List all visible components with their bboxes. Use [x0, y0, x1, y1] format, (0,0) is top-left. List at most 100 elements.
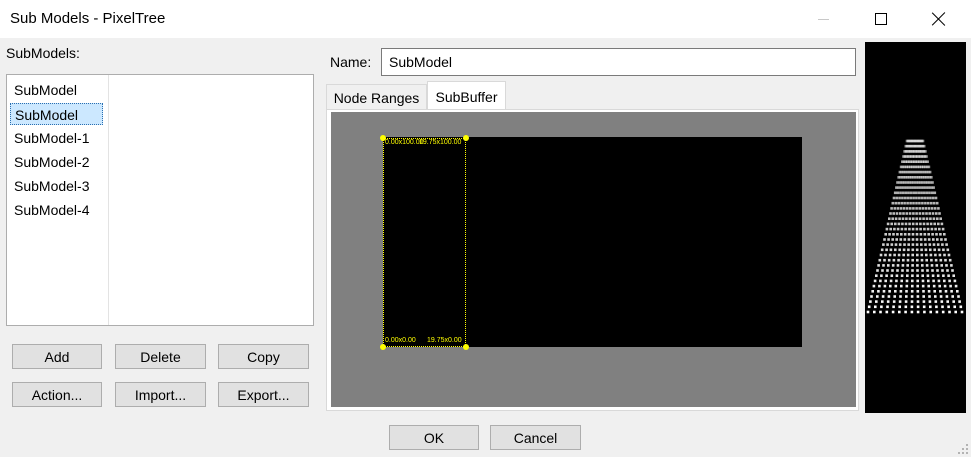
list-item[interactable]: SubModel — [13, 79, 106, 101]
tree-pixel — [895, 279, 898, 283]
tree-pixel — [897, 258, 900, 262]
tree-pixel — [894, 243, 898, 246]
ok-button[interactable]: OK — [389, 425, 479, 450]
tree-pixel — [956, 290, 959, 293]
tree-pixel — [869, 300, 872, 303]
tree-pixel — [895, 274, 899, 277]
tree-pixel — [951, 269, 954, 272]
tab-node-ranges[interactable]: Node Ranges — [326, 84, 427, 110]
tree-pixel — [898, 310, 901, 314]
add-button[interactable]: Add — [12, 344, 102, 369]
tree-pixel — [892, 212, 895, 215]
tree-pixel — [922, 300, 926, 303]
delete-button[interactable]: Delete — [115, 344, 206, 369]
tree-pixel — [911, 284, 914, 288]
tree-pixel — [903, 196, 907, 200]
list-item[interactable]: SubModel-1 — [13, 127, 106, 149]
tree-pixel — [932, 279, 935, 283]
tree-pixel — [920, 196, 924, 200]
tree-pixel — [905, 212, 909, 215]
copy-button[interactable]: Copy — [218, 344, 309, 369]
tree-pixel — [924, 181, 927, 184]
tree-pixel — [928, 300, 932, 303]
tree-pixel — [887, 264, 890, 267]
tree-pixel — [935, 264, 939, 267]
tree-pixel — [926, 181, 930, 184]
tree-pixel — [921, 201, 924, 205]
tree-pixel — [926, 274, 930, 277]
tree-pixel — [933, 207, 937, 210]
tree-pixel — [912, 196, 915, 200]
tree-pixel — [894, 217, 898, 220]
tree-pixel — [904, 310, 907, 314]
tree-pixel — [952, 300, 955, 303]
list-item[interactable]: SubModel-4 — [13, 199, 106, 221]
tree-pixel — [946, 269, 949, 272]
handle-top-right[interactable] — [463, 135, 469, 141]
submodels-list[interactable]: SubModel SubModel SubModel-1 SubModel-2 … — [6, 74, 314, 326]
tree-pixel — [904, 300, 908, 303]
tree-pixel — [940, 300, 944, 303]
tree-pixel — [912, 201, 915, 205]
tree-pixel — [906, 274, 909, 277]
action-button[interactable]: Action... — [12, 382, 102, 407]
tree-pixel — [934, 227, 937, 231]
list-item[interactable]: SubModel-2 — [13, 151, 106, 173]
tree-pixel — [909, 196, 913, 200]
handle-bottom-right[interactable] — [463, 344, 469, 350]
tree-pixel — [920, 248, 923, 252]
tree-pixel — [877, 264, 880, 267]
import-button[interactable]: Import... — [115, 382, 206, 407]
cancel-button[interactable]: Cancel — [490, 425, 581, 450]
tree-pixel — [899, 212, 902, 215]
list-item-selected[interactable]: SubModel — [10, 103, 103, 125]
maximize-button[interactable] — [858, 0, 904, 38]
tree-pixel — [905, 279, 909, 283]
tree-pixel — [909, 207, 912, 210]
subbuffer-selection[interactable] — [383, 138, 466, 347]
coord-bottom-right: 19.75x0.00 — [427, 337, 462, 344]
tree-pixel — [917, 181, 920, 184]
model-preview — [865, 42, 966, 413]
tree-pixel — [919, 227, 922, 231]
list-item[interactable]: SubModel-3 — [13, 175, 106, 197]
tree-pixel — [929, 217, 932, 220]
tree-pixel — [929, 253, 933, 257]
tree-pixel — [927, 284, 930, 288]
tree-pixel — [882, 264, 885, 267]
tree-pixel — [948, 279, 951, 283]
tree-pixel — [896, 264, 900, 267]
tree-pixel — [938, 227, 941, 231]
tree-pixel — [935, 201, 939, 205]
tree-pixel — [906, 258, 910, 262]
tree-pixel — [935, 212, 938, 215]
tree-pixel — [922, 305, 926, 309]
tree-pixel — [909, 201, 912, 205]
minimize-button[interactable] — [800, 0, 846, 38]
tree-pixel — [932, 243, 936, 246]
tree-pixel — [934, 258, 938, 262]
resize-grip-icon[interactable] — [957, 443, 969, 455]
tree-pixel — [893, 253, 896, 257]
tree-pixel — [948, 258, 952, 262]
tree-pixel — [927, 279, 930, 283]
tree-pixel — [910, 310, 914, 314]
tree-pixel — [929, 196, 932, 200]
tree-pixel — [908, 227, 911, 231]
tree-pixel — [957, 295, 960, 298]
tree-pixel — [929, 248, 932, 252]
close-button[interactable] — [916, 0, 962, 38]
tree-pixel — [880, 274, 883, 277]
tree-pixel — [900, 233, 903, 236]
tree-pixel — [928, 181, 932, 184]
tree-pixel — [866, 310, 870, 314]
tab-subbuffer[interactable]: SubBuffer — [427, 81, 506, 111]
export-button[interactable]: Export... — [218, 382, 309, 407]
tree-pixel — [941, 305, 944, 309]
handle-bottom-left[interactable] — [380, 344, 386, 350]
name-field[interactable]: SubModel — [381, 48, 856, 76]
tree-pixel — [877, 290, 880, 293]
tree-pixel — [926, 227, 930, 231]
tree-pixel — [906, 253, 910, 257]
tree-pixel — [902, 212, 905, 215]
